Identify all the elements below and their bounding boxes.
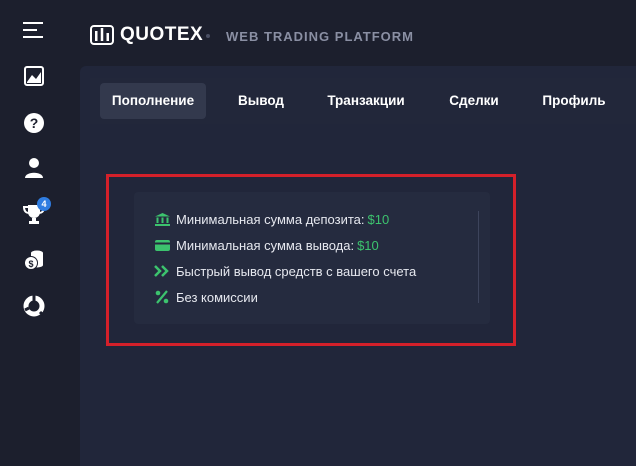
quotex-logo-icon	[90, 25, 114, 45]
logo-text: QUOTEX	[120, 24, 204, 45]
header-separator	[206, 34, 210, 38]
svg-text:?: ?	[30, 115, 39, 131]
info-row-min-withdrawal: Минимальная сумма вывода: $10	[154, 236, 379, 254]
svg-text:$: $	[28, 259, 33, 269]
tab-trades[interactable]: Сделки	[438, 83, 510, 119]
menu-icon[interactable]	[22, 18, 46, 42]
tab-withdrawal[interactable]: Вывод	[226, 83, 296, 119]
info-row-min-deposit: Минимальная сумма депозита: $10	[154, 210, 389, 228]
pie-icon[interactable]	[22, 294, 46, 318]
info-text: Без комиссии	[176, 289, 258, 305]
info-text: Быстрый вывод средств с вашего счета	[176, 263, 417, 279]
sidebar: ? 4 $	[0, 0, 68, 461]
platform-subtitle: WEB TRADING PLATFORM	[226, 29, 415, 44]
card-icon	[154, 238, 170, 252]
info-row-no-commission: Без комиссии	[154, 288, 258, 306]
tab-profile[interactable]: Профиль	[532, 83, 616, 119]
tab-transactions[interactable]: Транзакции	[318, 83, 414, 119]
help-icon[interactable]: ?	[22, 111, 46, 135]
tab-deposit[interactable]: Пополнение	[100, 83, 206, 119]
info-text: Минимальная сумма вывода:	[176, 237, 355, 253]
user-icon[interactable]	[22, 156, 46, 180]
notification-badge: 4	[37, 197, 51, 211]
logo[interactable]: QUOTEX	[90, 24, 203, 46]
min-withdrawal-value: $10	[357, 237, 379, 253]
info-row-fast-withdrawal: Быстрый вывод средств с вашего счета	[154, 262, 416, 280]
double-chevron-icon	[154, 264, 170, 278]
percent-icon	[154, 290, 170, 304]
coins-icon[interactable]: $	[22, 248, 46, 272]
min-deposit-value: $10	[367, 211, 390, 227]
chart-icon[interactable]	[22, 64, 46, 88]
info-text: Минимальная сумма депозита:	[176, 211, 365, 227]
card-divider	[478, 211, 479, 303]
header: QUOTEX WEB TRADING PLATFORM	[68, 0, 636, 68]
bank-icon	[154, 212, 170, 226]
